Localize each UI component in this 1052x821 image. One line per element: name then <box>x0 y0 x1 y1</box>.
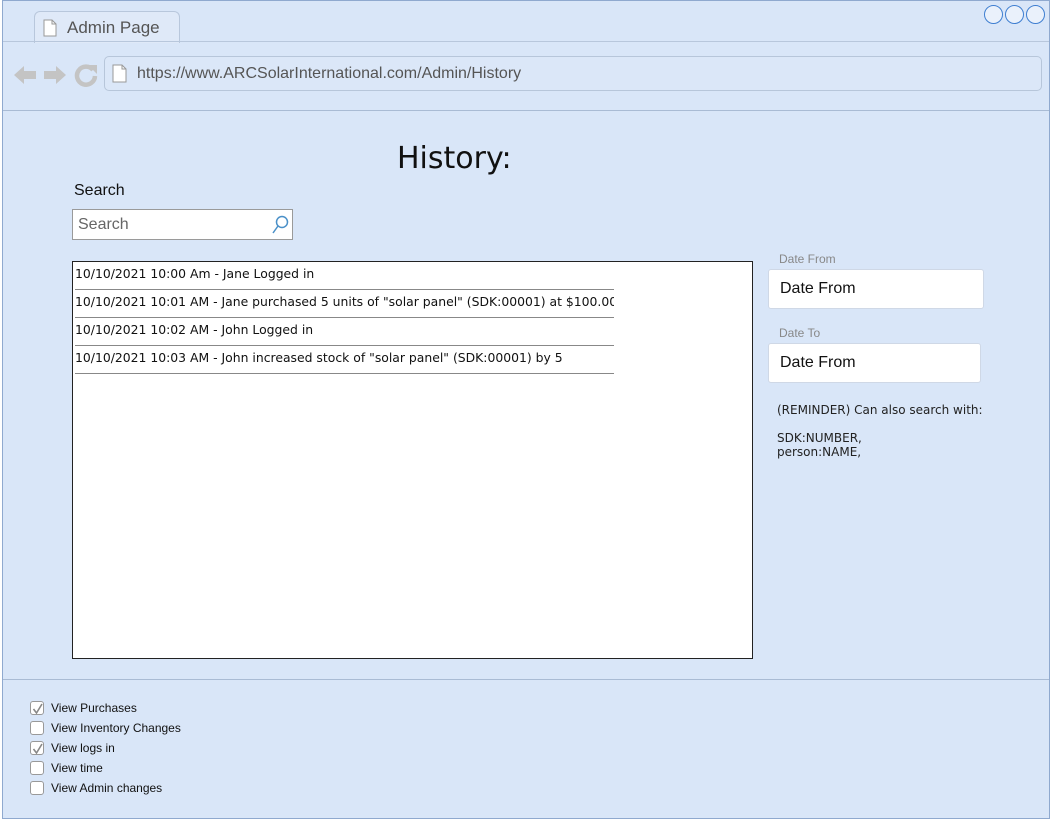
reminder-person-syntax: person:NAME, <box>777 445 862 459</box>
check-icon <box>32 702 43 720</box>
refresh-icon[interactable] <box>74 63 98 92</box>
date-to-field[interactable] <box>768 343 981 383</box>
page-title: History: <box>397 141 512 176</box>
checkbox[interactable] <box>30 721 44 735</box>
filter-label: View Admin changes <box>51 781 163 795</box>
filter-view-time[interactable]: View time <box>30 759 103 777</box>
log-entry[interactable]: 10/10/2021 10:00 Am - Jane Logged in <box>75 262 614 290</box>
browser-tab[interactable]: Admin Page <box>34 11 180 43</box>
search-icon[interactable] <box>271 215 289 240</box>
page-icon <box>112 64 127 88</box>
checkbox[interactable] <box>30 781 44 795</box>
date-from-input[interactable] <box>769 270 983 308</box>
address-bar[interactable]: https://www.ARCSolarInternational.com/Ad… <box>104 56 1042 91</box>
reminder-heading: (REMINDER) Can also search with: <box>777 403 983 417</box>
reminder-sdk-syntax: SDK:NUMBER, <box>777 431 862 445</box>
date-from-field[interactable] <box>768 269 984 309</box>
filter-view-logs-in[interactable]: View logs in <box>30 739 115 757</box>
tab-title: Admin Page <box>67 18 160 37</box>
date-from-label: Date From <box>779 252 836 266</box>
checkbox[interactable] <box>30 761 44 775</box>
date-to-input[interactable] <box>769 344 980 382</box>
filter-label: View Purchases <box>51 701 137 715</box>
log-entry[interactable]: 10/10/2021 10:03 AM - John increased sto… <box>75 346 614 374</box>
checkbox[interactable] <box>30 741 44 755</box>
filter-view-admin-changes[interactable]: View Admin changes <box>30 779 162 797</box>
filter-view-purchases[interactable]: View Purchases <box>30 699 137 717</box>
filter-label: View Inventory Changes <box>51 721 181 735</box>
date-to-label: Date To <box>779 326 821 340</box>
search-input[interactable] <box>73 210 268 239</box>
tab-divider <box>3 41 1049 42</box>
search-label: Search <box>74 182 125 199</box>
footer-divider <box>3 679 1049 680</box>
filter-label: View logs in <box>51 741 115 755</box>
forward-arrow-icon[interactable] <box>43 64 67 91</box>
browser-window: Admin Page https://www.ARCSolarInternati… <box>2 0 1050 819</box>
search-field[interactable] <box>72 209 293 240</box>
checkbox[interactable] <box>30 701 44 715</box>
page-icon <box>43 19 57 42</box>
url-text: https://www.ARCSolarInternational.com/Ad… <box>137 65 522 82</box>
minimize-button[interactable] <box>984 5 1003 24</box>
check-icon <box>32 742 43 760</box>
chrome-divider <box>3 110 1049 111</box>
window-controls <box>984 5 1045 24</box>
filter-view-inventory-changes[interactable]: View Inventory Changes <box>30 719 181 737</box>
maximize-button[interactable] <box>1005 5 1024 24</box>
log-entry[interactable]: 10/10/2021 10:01 AM - Jane purchased 5 u… <box>75 290 614 318</box>
history-log-list[interactable]: 10/10/2021 10:00 Am - Jane Logged in 10/… <box>72 261 753 659</box>
close-button[interactable] <box>1026 5 1045 24</box>
log-entry[interactable]: 10/10/2021 10:02 AM - John Logged in <box>75 318 614 346</box>
back-arrow-icon[interactable] <box>13 64 37 91</box>
filter-label: View time <box>51 761 103 775</box>
